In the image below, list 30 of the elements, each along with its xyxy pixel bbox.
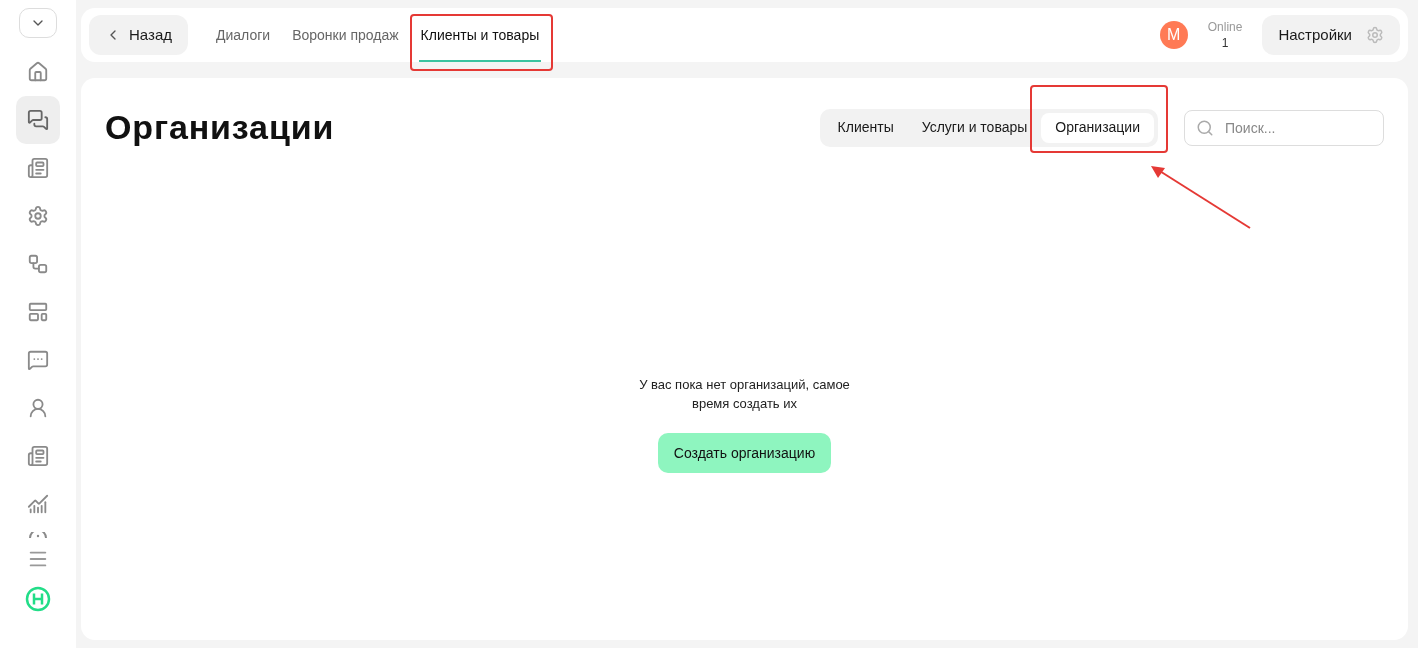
- settings-icon: [27, 205, 49, 227]
- collapse-button[interactable]: [19, 8, 57, 38]
- gauge-icon: [28, 532, 48, 538]
- back-button[interactable]: Назад: [89, 15, 188, 55]
- online-count: 1: [1221, 35, 1229, 51]
- settings-button[interactable]: Настройки: [1262, 15, 1400, 55]
- chat-icon: [27, 109, 49, 131]
- logo-icon: [25, 586, 51, 612]
- network-icon: [27, 253, 49, 275]
- sidebar-item[interactable]: [16, 96, 60, 144]
- online-label: Online: [1207, 19, 1243, 35]
- nav-tab[interactable]: Воронки продаж: [290, 8, 401, 62]
- empty-state-message: У вас пока нет организаций, самое время создать их: [638, 376, 851, 413]
- person-icon: [27, 397, 49, 419]
- segment-tab[interactable]: Услуги и товары: [907, 112, 1042, 143]
- home-icon: [27, 61, 49, 83]
- page-title: Организации: [105, 107, 335, 148]
- nav-tab[interactable]: Клиенты и товары: [418, 8, 542, 62]
- report-icon: [27, 445, 49, 467]
- chat-bubble-icon: [27, 349, 49, 371]
- create-organization-button[interactable]: Создать организацию: [657, 433, 832, 473]
- bar-chart-icon: [27, 493, 49, 515]
- report-icon: [27, 157, 49, 179]
- nav-tab[interactable]: Диалоги: [214, 8, 273, 62]
- search-icon: [1196, 118, 1214, 137]
- segment-tab[interactable]: Клиенты: [823, 112, 908, 143]
- layout-icon: [27, 301, 49, 323]
- segment-tab[interactable]: Организации: [1041, 112, 1154, 143]
- search-field[interactable]: Поиск...: [1184, 109, 1384, 146]
- settings-icon: [1366, 26, 1384, 44]
